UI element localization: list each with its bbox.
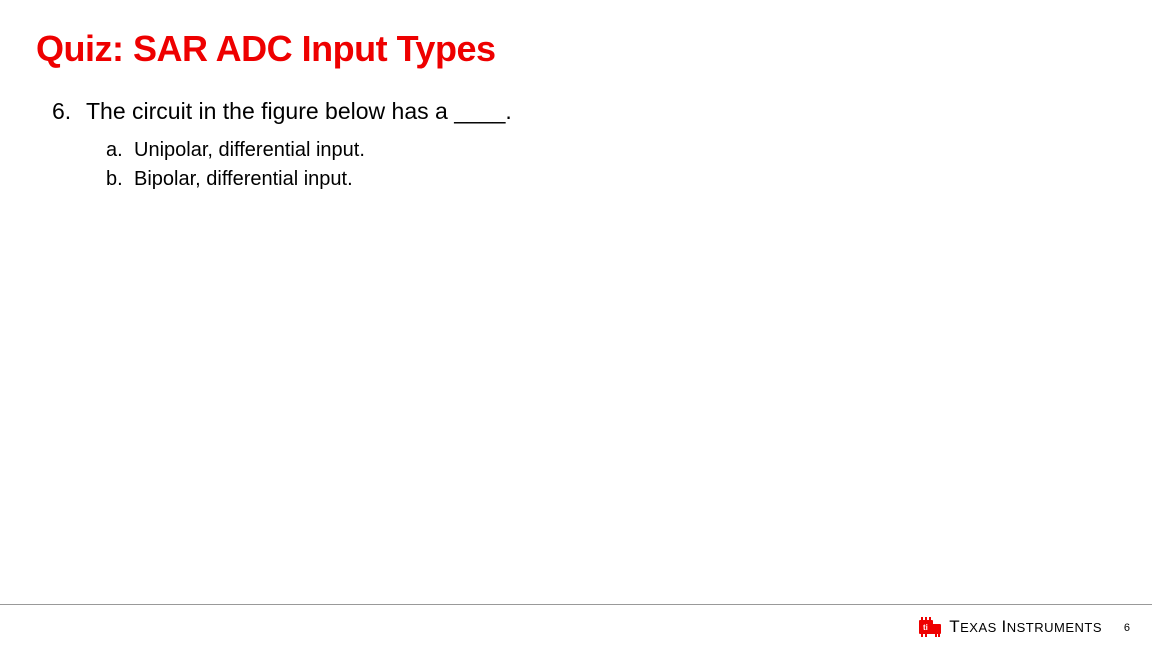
question-text: The circuit in the figure below has a __… <box>86 98 512 125</box>
question-number: 6. <box>52 98 82 125</box>
slide: Quiz: SAR ADC Input Types 6. The circuit… <box>0 0 1152 648</box>
option-b: b. Bipolar, differential input. <box>106 168 1116 191</box>
question-block: 6. The circuit in the figure below has a… <box>36 98 1116 191</box>
options-list: a. Unipolar, differential input. b. Bipo… <box>52 139 1116 191</box>
slide-title: Quiz: SAR ADC Input Types <box>36 28 1116 70</box>
page-number: 6 <box>1124 622 1130 634</box>
question-line: 6. The circuit in the figure below has a… <box>52 98 1116 125</box>
brand-logo: ti TEXAS INSTRUMENTS <box>917 616 1102 638</box>
option-a: a. Unipolar, differential input. <box>106 139 1116 162</box>
svg-text:ti: ti <box>923 623 928 632</box>
option-text: Unipolar, differential input. <box>134 139 365 162</box>
option-text: Bipolar, differential input. <box>134 168 353 191</box>
footer: ti TEXAS INSTRUMENTS 6 <box>0 604 1152 648</box>
option-letter: b. <box>106 168 134 191</box>
brand-text: TEXAS INSTRUMENTS <box>949 617 1102 637</box>
ti-chip-icon: ti <box>917 616 943 638</box>
option-letter: a. <box>106 139 134 162</box>
